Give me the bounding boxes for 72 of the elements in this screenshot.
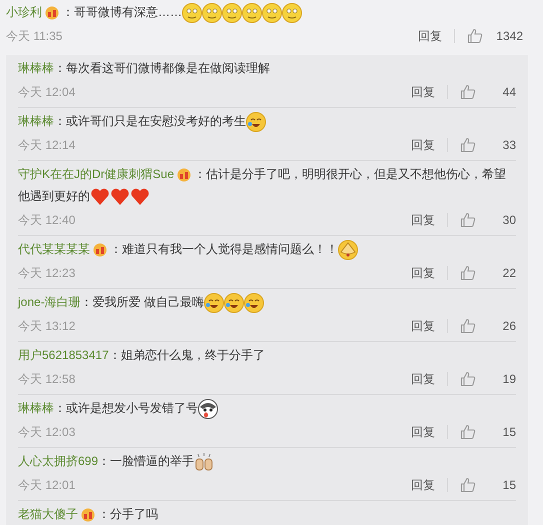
thumbs-up-icon[interactable] <box>460 212 476 228</box>
like-count: 15 <box>502 424 516 441</box>
thumbs-up-icon[interactable] <box>460 137 476 153</box>
comment-text: jone-海白珊：爱我所爱 做自己最嗨 <box>18 291 516 313</box>
heart-icon <box>90 186 110 207</box>
user-name[interactable]: 琳棒棒 <box>18 401 54 415</box>
smiley-icon <box>282 2 302 23</box>
like-count: 19 <box>502 371 516 388</box>
user-name[interactable]: 用户5621853417 <box>18 348 109 362</box>
laughing-face-icon <box>246 112 266 132</box>
reply-link[interactable]: 回复 <box>411 317 435 335</box>
comment-time: 今天 12:03 <box>18 424 76 441</box>
like-count: 22 <box>502 265 516 282</box>
laughing-face-icon <box>244 292 264 313</box>
user-name[interactable]: jone-海白珊 <box>18 295 81 309</box>
laughing-face-icon <box>224 292 244 313</box>
reply-link[interactable]: 回复 <box>411 476 435 494</box>
comment-time: 今天 12:14 <box>18 137 76 154</box>
user-name[interactable]: 人心太拥挤699 <box>18 454 98 468</box>
reply-link[interactable]: 回复 <box>411 136 435 154</box>
hands-over-face-icon <box>338 240 358 260</box>
user-name[interactable]: 琳棒棒 <box>18 61 54 75</box>
smiley-icon <box>222 2 242 23</box>
reply-link[interactable]: 回复 <box>411 264 435 282</box>
raised-hands-icon <box>194 452 214 472</box>
reply-link[interactable]: 回复 <box>411 211 435 229</box>
user-name[interactable]: 老猫大傻子 <box>18 507 78 521</box>
comment-time: 今天 13:12 <box>18 318 76 335</box>
reply-link[interactable]: 回复 <box>418 27 442 45</box>
user-name[interactable]: 代代某某某某 <box>18 242 90 256</box>
comment-text: 用户5621853417：姐弟恋什么鬼，终于分手了 <box>18 347 266 364</box>
comment-text: 琳棒棒：每次看这哥们微博都像是在做阅读理解 <box>18 60 271 77</box>
like-count: 26 <box>502 318 516 335</box>
like-count: 33 <box>502 137 516 154</box>
smiley-icon <box>242 2 262 23</box>
thumbs-up-icon[interactable] <box>460 424 476 440</box>
comment-time: 今天 12:04 <box>18 84 76 101</box>
reply-link[interactable]: 回复 <box>411 423 435 441</box>
comment-text: 琳棒棒：或许是想发小号发错了号 <box>18 397 516 419</box>
comment-text: 老猫大傻子 ：分手了吗 <box>18 506 159 524</box>
thumbs-up-icon[interactable] <box>460 477 476 493</box>
laughing-face-icon <box>204 292 224 313</box>
user-name[interactable]: 琳棒棒 <box>18 114 54 128</box>
thumbs-up-icon[interactable] <box>467 28 483 44</box>
heart-icon <box>130 186 150 207</box>
like-count: 1342 <box>495 28 523 45</box>
smiley-icon <box>262 2 282 23</box>
thumbs-up-icon[interactable] <box>460 371 476 387</box>
user-name[interactable]: 小珍利 <box>6 5 42 19</box>
like-count: 30 <box>502 212 516 229</box>
comment-time: 今天 12:40 <box>18 212 76 229</box>
smiley-icon <box>202 2 222 23</box>
comment-text: 代代某某某某 ：难道只有我一个人觉得是感情问题么！！ <box>18 238 516 260</box>
comment-time: 今天 12:58 <box>18 371 76 388</box>
comment-text: 琳棒棒：或许哥们只是在安慰没考好的考生 <box>18 110 516 132</box>
reply-link[interactable]: 回复 <box>411 370 435 388</box>
comment-time: 今天 12:01 <box>18 477 76 494</box>
comment-text: 小珍利 ：哥哥微博有深意…… <box>6 1 523 23</box>
thumbs-up-icon[interactable] <box>460 265 476 281</box>
thumbs-up-icon[interactable] <box>460 84 476 100</box>
smiley-icon <box>182 2 202 23</box>
thumbs-up-icon[interactable] <box>460 318 476 334</box>
heart-icon <box>110 186 130 207</box>
like-count: 15 <box>502 477 516 494</box>
comment-time: 今天 12:23 <box>18 265 76 282</box>
dog-face-icon <box>198 398 218 419</box>
comment-text: 守护K在在J的Dr健康刺猬Sue ：估计是分手了吧，明明很开心，但是又不想他伤心，希望他遇到更好的 <box>18 163 516 207</box>
comment-text: 人心太拥挤699：一脸懵逼的举手 <box>18 450 516 472</box>
reply-link[interactable]: 回复 <box>411 83 435 101</box>
like-count: 44 <box>502 84 516 101</box>
user-name[interactable]: 守护K在在J的Dr健康刺猬Sue <box>18 167 174 181</box>
comment-time: 今天 11:35 <box>6 28 64 45</box>
